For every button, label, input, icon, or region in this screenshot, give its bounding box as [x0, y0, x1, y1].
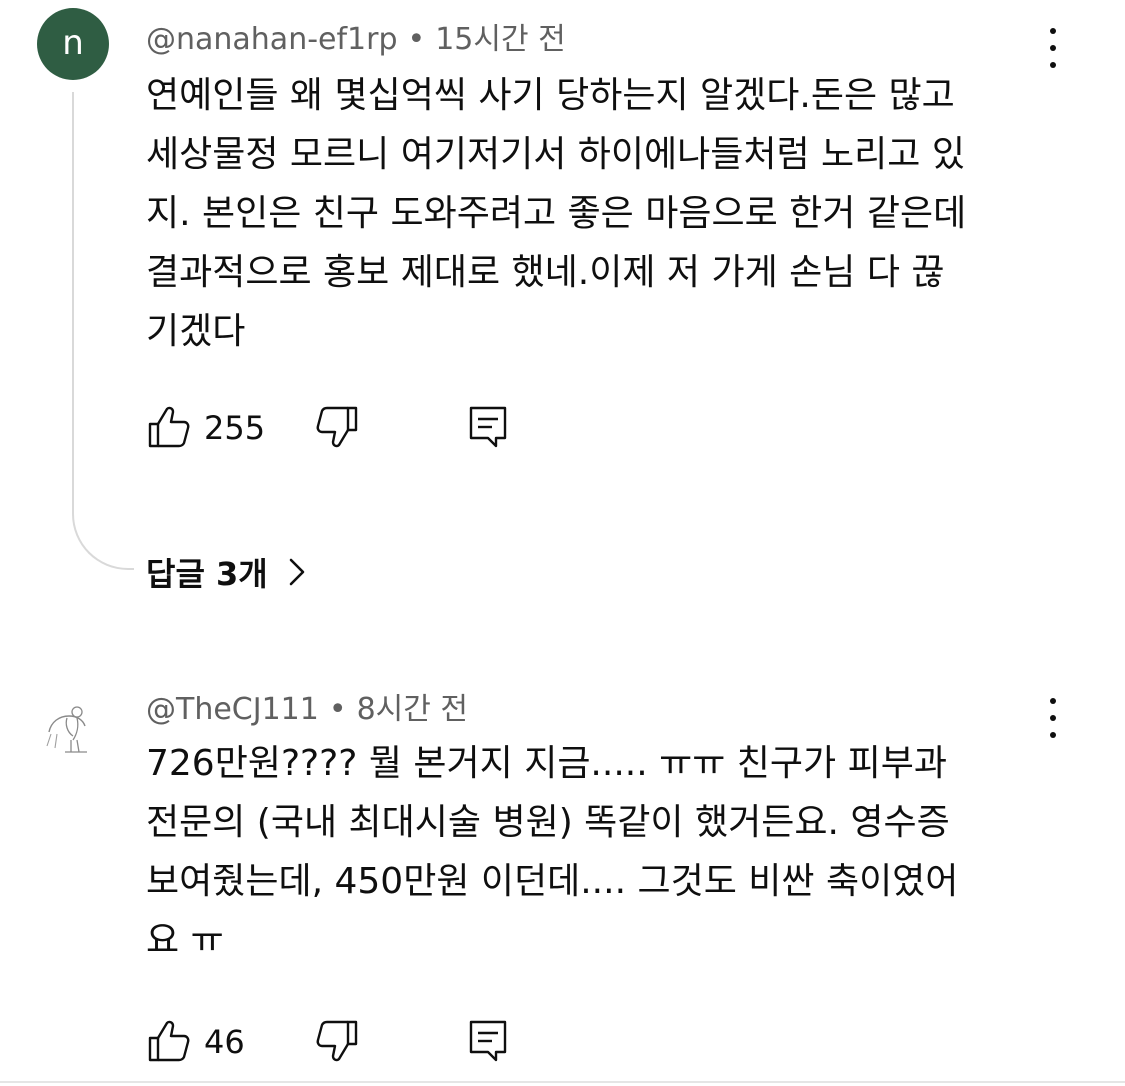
chevron-right-icon: [289, 558, 305, 586]
more-vertical-icon: [1050, 28, 1056, 34]
comment-meta: @nanahan-ef1rp • 15시간 전: [146, 14, 566, 58]
comment-text: 726만원???? 뭘 본거지 지금..... ㅠㅠ 친구가 피부과 전문의 (…: [146, 743, 959, 961]
comment-actions: 255: [146, 404, 546, 450]
reply-comment-icon: [469, 406, 507, 448]
dislike-button[interactable]: [314, 1018, 360, 1064]
comment-timestamp[interactable]: 8시간 전: [357, 692, 468, 727]
reply-comment-icon: [469, 1020, 507, 1062]
comment-text: 연예인들 왜 몇십억씩 사기 당하는지 알겠다.돈은 많고 세상물정 모르니 여…: [146, 75, 967, 352]
author-handle[interactable]: @TheCJ111: [146, 692, 319, 727]
comment-timestamp[interactable]: 15시간 전: [435, 22, 566, 57]
more-vertical-icon-dot: [1050, 732, 1056, 738]
thumbs-up-icon: [148, 406, 190, 448]
more-vertical-icon-dot: [1050, 62, 1056, 68]
avatar[interactable]: [37, 688, 109, 760]
thread-connector-line: [72, 92, 134, 570]
author-handle[interactable]: @nanahan-ef1rp: [146, 22, 398, 57]
like-count: 255: [204, 409, 266, 447]
more-vertical-icon-dot: [1050, 45, 1056, 51]
sketch-figure-avatar-image: [46, 706, 87, 753]
replies-count-label: 답글 3개: [146, 555, 268, 593]
meta-separator: •: [328, 692, 347, 727]
like-button[interactable]: [146, 1018, 192, 1064]
dislike-button[interactable]: [314, 404, 360, 450]
reply-button[interactable]: [466, 404, 512, 450]
avatar[interactable]: n: [37, 8, 109, 80]
divider: [0, 1081, 1125, 1083]
more-vertical-icon-dot: [1050, 715, 1056, 721]
reply-button[interactable]: [466, 1018, 512, 1064]
thumbs-up-icon: [148, 1020, 190, 1062]
more-vertical-icon: [1050, 698, 1056, 704]
like-count: 46: [204, 1023, 245, 1061]
thumbs-down-icon: [316, 406, 358, 448]
comment-meta: @TheCJ111 • 8시간 전: [146, 684, 468, 728]
meta-separator: •: [407, 22, 426, 57]
more-options-button[interactable]: [1036, 26, 1070, 70]
like-button[interactable]: [146, 404, 192, 450]
thumbs-down-icon: [316, 1020, 358, 1062]
view-replies-button[interactable]: 답글 3개: [146, 548, 308, 596]
comment-item: @TheCJ111 • 8시간 전 726만원???? 뭘 본거지 지금..... …: [0, 660, 1125, 1086]
comment-item: n @nanahan-ef1rp • 15시간 전 연예인들 왜 몇십억씩 사기 당…: [0, 0, 1125, 620]
comment-actions: 46: [146, 1018, 546, 1064]
